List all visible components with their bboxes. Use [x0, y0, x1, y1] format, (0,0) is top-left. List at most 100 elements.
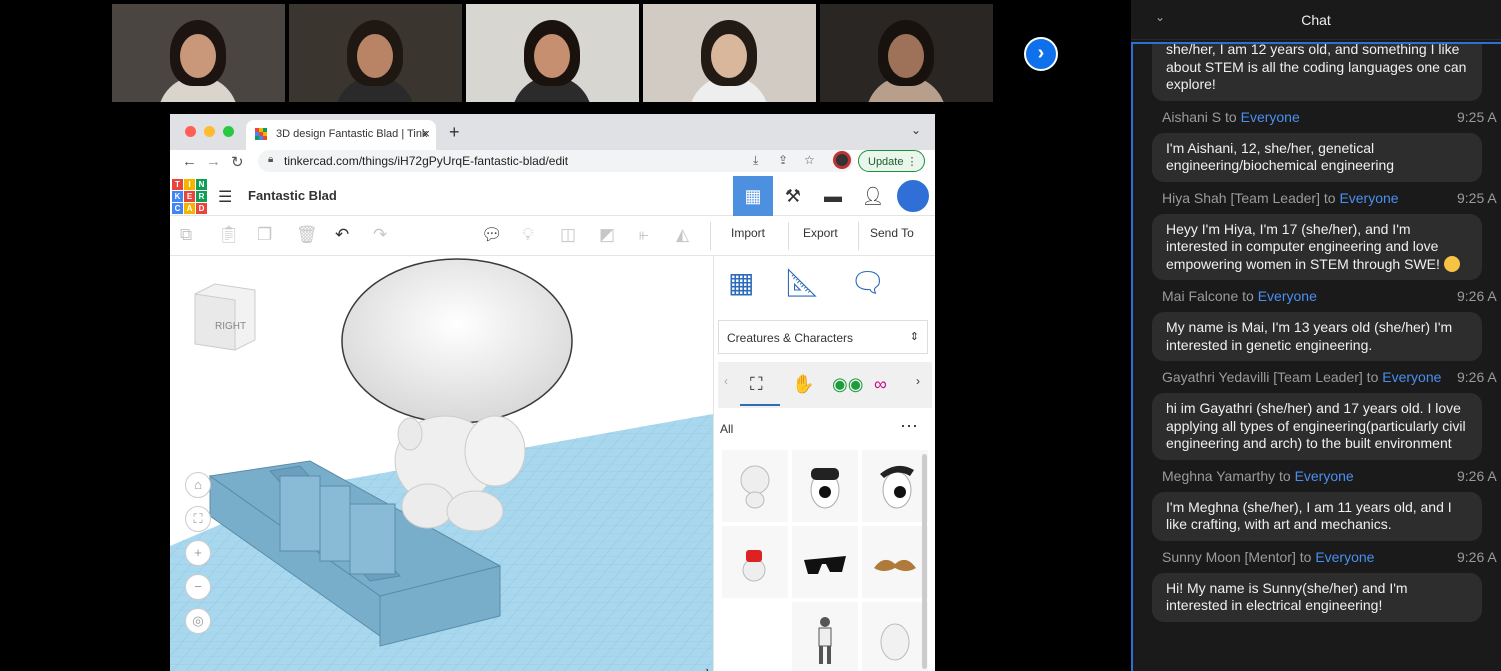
message-sender: Mai Falcone to — [1162, 288, 1258, 304]
next-page-button[interactable]: › — [1024, 37, 1058, 71]
ungroup-icon[interactable]: ◩ — [599, 225, 615, 245]
show-all-lightbulb-icon[interactable]: 💡︎ — [522, 225, 534, 245]
eyes-icon[interactable]: ◉◉ — [832, 374, 863, 395]
creature-icon[interactable]: ✋ — [792, 374, 814, 395]
import-button[interactable]: Import — [731, 226, 765, 240]
chat-message-bubble[interactable]: I'm Aishani, 12, she/her, genetical engi… — [1152, 132, 1482, 182]
copy-icon[interactable]: ⧉ — [180, 225, 192, 245]
message-sender: Meghna Yamarthy to — [1162, 467, 1295, 484]
notes-panel-icon[interactable]: 🗨︎ — [850, 266, 886, 299]
export-button[interactable]: Export — [803, 226, 838, 240]
design-title[interactable]: Fantastic Blad — [248, 188, 337, 203]
3d-design-view-icon[interactable]: ▦ — [733, 176, 773, 216]
shape-tile-eye-with-lid[interactable] — [792, 450, 858, 522]
chat-header: ⌄ Chat — [1131, 0, 1501, 40]
shape-panel-scrollbar[interactable] — [922, 454, 927, 669]
shape-tile-robot-figure[interactable] — [792, 602, 858, 671]
mirror-icon[interactable]: ◭ — [676, 225, 689, 245]
back-arrow-icon[interactable]: ← — [182, 153, 197, 170]
message-recipient[interactable]: Everyone — [1339, 190, 1398, 206]
chat-message-bubble[interactable]: My name is Mai, I'm 13 years old (she/he… — [1152, 312, 1482, 361]
message-recipient[interactable]: Everyone — [1258, 288, 1317, 304]
fit-view-icon[interactable]: ⛶ — [185, 506, 211, 532]
select-frame-icon[interactable]: ⛶ — [750, 374, 763, 395]
message-text: I'm Meghna (she/her), I am 11 years old,… — [1166, 498, 1452, 533]
shape-category-select[interactable]: Creatures & Characters ⇕ — [718, 320, 928, 354]
bookmark-star-icon[interactable]: ☆ — [804, 153, 815, 167]
url-field[interactable]: 🔒︎ tinkercad.com/things/iH72gPyUrqE-fant… — [258, 150, 853, 172]
select-arrows-icon: ⇕ — [909, 331, 919, 343]
tab-title: 3D design Fantastic Blad | Tink — [276, 128, 428, 140]
send-to-button[interactable]: Send To — [870, 226, 914, 240]
shape-tile-mustache[interactable] — [862, 526, 928, 598]
maximize-window-button[interactable] — [223, 126, 234, 137]
zoom-in-icon[interactable]: + — [185, 540, 211, 566]
install-icon[interactable]: ⤓ — [753, 153, 758, 168]
home-view-icon[interactable]: ⌂ — [185, 472, 211, 498]
close-window-button[interactable] — [185, 126, 196, 137]
reload-icon[interactable]: ↻ — [231, 153, 244, 171]
chat-message-bubble[interactable]: hi im Gayathri (she/her) and 17 years ol… — [1152, 393, 1482, 460]
design-list-icon[interactable]: ☰ — [218, 187, 232, 207]
logo-letter: R — [196, 191, 207, 202]
participant-video-tile[interactable] — [643, 4, 816, 102]
bricks-icon[interactable]: ▬ — [813, 176, 853, 216]
glasses-icon[interactable]: ∞ — [874, 374, 887, 395]
notes-icon[interactable]: 💬︎ — [481, 225, 503, 245]
carousel-right-icon[interactable]: › — [916, 374, 920, 388]
message-recipient[interactable]: Everyone — [1315, 549, 1374, 565]
forward-arrow-icon[interactable]: → — [206, 153, 221, 170]
browser-tab[interactable]: 3D design Fantastic Blad | Tink × — [246, 120, 436, 150]
message-recipient[interactable]: Everyone — [1295, 468, 1354, 484]
add-user-icon[interactable]: 👤︎ — [853, 176, 893, 216]
message-recipient[interactable]: Everyone — [1241, 109, 1300, 125]
tab-close-icon[interactable]: × — [422, 126, 430, 141]
chat-message-meta: Meghna Yamarthy to Everyone 9:26 A — [1133, 468, 1501, 488]
browser-profile-icon[interactable] — [833, 151, 851, 169]
workplane-icon[interactable]: ▦ — [728, 266, 754, 299]
participant-video-tile[interactable] — [289, 4, 462, 102]
perspective-icon[interactable]: ◎ — [185, 608, 211, 634]
logo-letter: E — [184, 191, 195, 202]
chat-message-bubble[interactable]: she/her, I am 12 years old, and somethin… — [1152, 44, 1482, 101]
group-icon[interactable]: ◫ — [560, 225, 576, 245]
message-text: I'm Aishani, 12, she/her, genetical engi… — [1166, 139, 1395, 174]
chat-message-bubble[interactable]: Heyy I'm Hiya, I'm 17 (she/her), and I'm… — [1152, 213, 1482, 280]
duplicate-icon[interactable]: ❐ — [257, 225, 272, 245]
user-avatar[interactable] — [895, 178, 931, 214]
shape-tile-egg[interactable] — [862, 602, 928, 671]
toolbar-divider — [788, 222, 789, 250]
shape-tile-snowman-head[interactable] — [722, 526, 788, 598]
minimize-window-button[interactable] — [204, 126, 215, 137]
shape-tile-figure[interactable] — [722, 450, 788, 522]
align-icon[interactable]: ⫦ — [639, 225, 649, 245]
tinkercad-logo[interactable]: TIN KER CAD — [172, 179, 207, 214]
participant-video-tile[interactable] — [112, 4, 285, 102]
collapse-panel-chevron-icon[interactable]: ⟩ — [705, 666, 711, 671]
carousel-selected-indicator — [740, 404, 780, 406]
participant-video-tile[interactable] — [820, 4, 993, 102]
carousel-left-icon[interactable]: ‹ — [724, 374, 728, 388]
more-options-icon[interactable]: ⋯ — [900, 416, 918, 437]
paste-icon[interactable]: 📋︎ — [218, 225, 240, 245]
3d-workspace-canvas[interactable]: RIGHT ⌂ ⛶ + − ◎ ⟩ — [170, 256, 713, 671]
participant-video-tile-active-speaker[interactable] — [466, 4, 639, 102]
undo-icon[interactable]: ↶ — [335, 225, 349, 245]
message-recipient[interactable]: Everyone — [1382, 369, 1441, 385]
chat-message-list[interactable]: she/her, I am 12 years old, and somethin… — [1131, 42, 1501, 671]
shape-tile-sunglasses[interactable] — [792, 526, 858, 598]
new-tab-button[interactable]: + — [449, 122, 460, 143]
browser-update-button[interactable]: Update ⋮ — [858, 150, 925, 172]
delete-icon[interactable]: 🗑︎ — [296, 225, 318, 245]
chat-message-bubble[interactable]: I'm Meghna (she/her), I am 11 years old,… — [1152, 491, 1482, 541]
shape-tile-empty[interactable] — [722, 602, 788, 671]
chat-message-bubble[interactable]: Hi! My name is Sunny(she/her) and I'm in… — [1152, 572, 1482, 622]
blocks-pickaxe-icon[interactable]: ⚒ — [773, 176, 813, 216]
workplane-scene: RIGHT — [170, 258, 713, 671]
shape-tile-eye-with-brow[interactable] — [862, 450, 928, 522]
share-icon[interactable]: ⇪ — [778, 153, 788, 167]
redo-icon[interactable]: ↷ — [373, 225, 387, 245]
ruler-icon[interactable]: 📐︎ — [784, 266, 820, 299]
zoom-out-icon[interactable]: − — [185, 574, 211, 600]
tab-search-chevron-icon[interactable]: ⌄ — [911, 123, 921, 137]
